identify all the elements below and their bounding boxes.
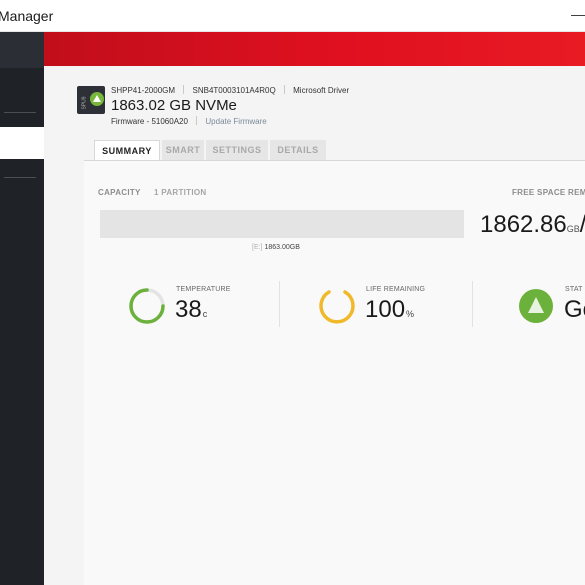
drive-health-badge-icon: [90, 92, 104, 106]
meta-divider: [283, 85, 285, 94]
temperature-ring-icon: [129, 288, 165, 324]
temperature-value: 38c: [175, 296, 207, 324]
free-space-value: 1862.86GB/: [480, 211, 585, 239]
meta-divider: [183, 85, 185, 94]
free-space-separator: /: [580, 211, 585, 238]
life-remaining-number: 100: [365, 296, 406, 323]
sidebar: [0, 32, 44, 585]
title-bar: Manager —: [0, 0, 585, 32]
free-space-unit: GB: [566, 224, 580, 234]
window-title: Manager: [0, 8, 54, 24]
life-remaining-unit: %: [406, 309, 415, 319]
life-remaining-label: LIFE REMAINING: [366, 286, 426, 293]
drive-icon-label: SPU9: [81, 96, 88, 110]
status-label: STAT: [565, 286, 583, 293]
partition-drive-letter: [E:]: [252, 244, 263, 251]
sidebar-divider: [4, 177, 36, 178]
temperature-number: 38: [175, 296, 202, 323]
free-space-number: 1862.86: [480, 211, 567, 238]
header-band: [44, 32, 585, 66]
drive-icon: SPU9: [77, 86, 105, 114]
drive-serial: SNB4T0003101A4R0Q: [192, 86, 276, 95]
life-remaining-ring-icon: [319, 290, 355, 324]
minimize-button[interactable]: —: [571, 6, 585, 22]
summary-panel: CAPACITY 1 PARTITION FREE SPACE REM [E:]…: [84, 161, 585, 585]
partition-caption: [E:] 1863.00GB: [252, 244, 300, 251]
capacity-bar: [100, 210, 464, 238]
sidebar-header: [0, 32, 44, 68]
tab-details[interactable]: DETAILS: [270, 140, 326, 160]
sidebar-divider: [4, 112, 36, 113]
status-value: Go: [564, 296, 585, 323]
main-content: SPU9 SHPP41-2000GM SNB4T0003101A4R0Q Mic…: [44, 66, 585, 585]
life-remaining-value: 100%: [365, 296, 414, 324]
stat-divider: [472, 281, 473, 327]
tab-smart[interactable]: SMART: [162, 140, 204, 160]
drive-capacity-title: 1863.02 GB NVMe: [111, 97, 237, 114]
drive-model: SHPP41-2000GM: [111, 86, 176, 95]
free-space-label: FREE SPACE REM: [512, 188, 585, 197]
capacity-label: CAPACITY: [98, 188, 141, 197]
firmware-divider: [196, 116, 198, 125]
update-firmware-link[interactable]: Update Firmware: [205, 117, 266, 126]
firmware-row: Firmware - 51060A20 Update Firmware: [111, 116, 267, 126]
stat-divider: [279, 281, 280, 327]
tab-summary[interactable]: SUMMARY: [94, 140, 160, 160]
drive-driver: Microsoft Driver: [293, 86, 350, 95]
sidebar-item-selected[interactable]: [0, 127, 44, 159]
firmware-version: Firmware - 51060A20: [111, 117, 188, 126]
partition-size: 1863.00GB: [264, 244, 300, 251]
drive-meta: SHPP41-2000GM SNB4T0003101A4R0Q Microsof…: [111, 85, 349, 95]
partition-count-label: 1 PARTITION: [154, 188, 207, 197]
status-good-icon: [519, 289, 553, 323]
temperature-unit: c: [202, 309, 208, 319]
temperature-label: TEMPERATURE: [176, 286, 231, 293]
tab-settings[interactable]: SETTINGS: [206, 140, 268, 160]
